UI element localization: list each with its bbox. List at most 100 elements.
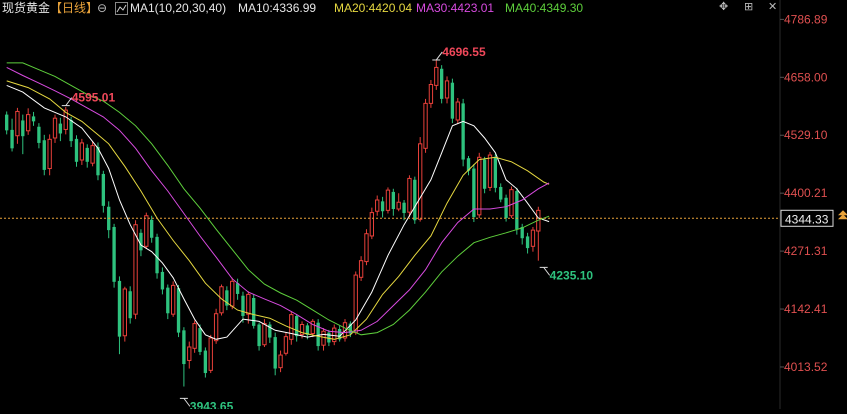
candle-body[interactable]: [477, 156, 482, 216]
ma40-value: MA40:4349.30: [505, 1, 584, 15]
candle-body[interactable]: [509, 189, 514, 217]
y-tick-label: 4271.31: [784, 244, 828, 258]
candle-body[interactable]: [402, 202, 406, 214]
candle-body[interactable]: [74, 138, 79, 162]
candle-body[interactable]: [504, 197, 508, 218]
candle-body[interactable]: [525, 236, 530, 249]
candle-body[interactable]: [47, 138, 52, 170]
candle-body[interactable]: [273, 337, 277, 369]
candlestick-chart[interactable]: 4786.89 4658.00 4529.10 4400.21 4271.31 4142.…: [0, 0, 847, 413]
candle-body[interactable]: [69, 120, 73, 142]
candle-body[interactable]: [257, 324, 261, 347]
candle-body[interactable]: [230, 280, 235, 307]
grid-icon[interactable]: ⊞: [744, 0, 753, 14]
candle-body[interactable]: [52, 117, 58, 139]
candle-body[interactable]: [423, 102, 428, 149]
candle-body[interactable]: [203, 350, 208, 374]
candle-body[interactable]: [15, 110, 20, 137]
candle-body[interactable]: [85, 147, 89, 162]
candle-body[interactable]: [10, 129, 14, 149]
candle-body[interactable]: [450, 82, 455, 119]
indicator-params[interactable]: MA1(10,20,30,40): [130, 0, 226, 16]
candle-body[interactable]: [112, 226, 116, 282]
low-price-label: 4235.10: [550, 268, 594, 282]
move-icon[interactable]: ✥: [719, 0, 728, 14]
candle-body[interactable]: [37, 126, 41, 143]
candle-body[interactable]: [439, 68, 444, 99]
chart-canvas[interactable]: 4786.894658.004529.104400.214271.314142.…: [0, 0, 847, 413]
candle-body[interactable]: [5, 114, 9, 131]
y-tick-label: 4142.41: [784, 302, 828, 316]
candle-body[interactable]: [208, 337, 213, 371]
candle-body[interactable]: [530, 229, 536, 247]
candle-body[interactable]: [310, 320, 315, 334]
candle-body[interactable]: [364, 233, 369, 263]
candle-body[interactable]: [101, 173, 106, 206]
candle-body[interactable]: [128, 291, 132, 319]
candle-body[interactable]: [139, 232, 143, 251]
candle-body[interactable]: [182, 330, 186, 365]
candle-body[interactable]: [26, 114, 31, 132]
candle-body[interactable]: [213, 313, 219, 342]
candle-body[interactable]: [407, 177, 412, 213]
candle-body[interactable]: [482, 159, 487, 189]
candle-body[interactable]: [246, 293, 251, 315]
scroll-up-icon[interactable]: [838, 210, 847, 216]
candle-body[interactable]: [413, 179, 417, 221]
candle-body[interactable]: [385, 189, 391, 211]
candle-body[interactable]: [170, 284, 176, 315]
candle-body[interactable]: [295, 315, 299, 337]
candle-body[interactable]: [187, 346, 192, 361]
candle-body[interactable]: [241, 295, 245, 316]
candle-body[interactable]: [42, 140, 46, 170]
candle-body[interactable]: [144, 215, 149, 247]
candle-body[interactable]: [166, 287, 170, 314]
candle-body[interactable]: [289, 314, 294, 340]
candle-body[interactable]: [122, 288, 127, 337]
candle-body[interactable]: [418, 143, 423, 220]
candle-body[interactable]: [283, 336, 289, 354]
candle-body[interactable]: [192, 323, 197, 349]
candle-body[interactable]: [461, 103, 465, 160]
high-price-label: 4595.01: [72, 91, 116, 105]
candle-body[interactable]: [455, 101, 460, 121]
candle-body[interactable]: [90, 145, 95, 164]
close-icon[interactable]: ✕: [768, 0, 777, 14]
candle-body[interactable]: [499, 186, 503, 200]
period-label[interactable]: 【日线】: [50, 0, 98, 16]
symbol-name: 现货黄金: [2, 1, 51, 15]
candle-body[interactable]: [278, 354, 283, 369]
candle-body[interactable]: [515, 191, 519, 230]
candle-body[interactable]: [444, 80, 450, 99]
candle-body[interactable]: [262, 323, 267, 346]
candle-body[interactable]: [487, 154, 493, 188]
candle-body[interactable]: [396, 201, 401, 210]
candle-body[interactable]: [369, 212, 375, 237]
candle-body[interactable]: [58, 123, 63, 134]
y-tick-label: 4529.10: [784, 128, 828, 142]
candle-body[interactable]: [358, 260, 364, 278]
ma-indicator-icon[interactable]: [115, 2, 128, 15]
candle-body[interactable]: [21, 120, 25, 137]
candle-body[interactable]: [321, 330, 326, 346]
candle-body[interactable]: [31, 116, 36, 122]
candle-body[interactable]: [493, 156, 498, 188]
candle-body[interactable]: [434, 66, 439, 86]
y-tick-label: 4013.52: [784, 360, 828, 374]
candle-body[interactable]: [155, 236, 159, 274]
period-toggle-icon[interactable]: ⊖: [97, 0, 107, 16]
candle-body[interactable]: [79, 142, 85, 161]
candle-body[interactable]: [353, 274, 358, 334]
ma20-value: MA20:4420.04: [334, 1, 413, 15]
ma-line-ma10: [6, 84, 550, 340]
candle-body[interactable]: [117, 280, 122, 337]
candle-body[interactable]: [198, 328, 202, 352]
candle-body[interactable]: [375, 199, 380, 212]
candle-body[interactable]: [150, 219, 154, 238]
candle-body[interactable]: [380, 201, 385, 212]
candle-body[interactable]: [391, 191, 395, 209]
candle-body[interactable]: [160, 271, 165, 290]
candle-body[interactable]: [176, 288, 181, 333]
candle-body[interactable]: [428, 83, 434, 104]
candle-body[interactable]: [252, 297, 256, 326]
